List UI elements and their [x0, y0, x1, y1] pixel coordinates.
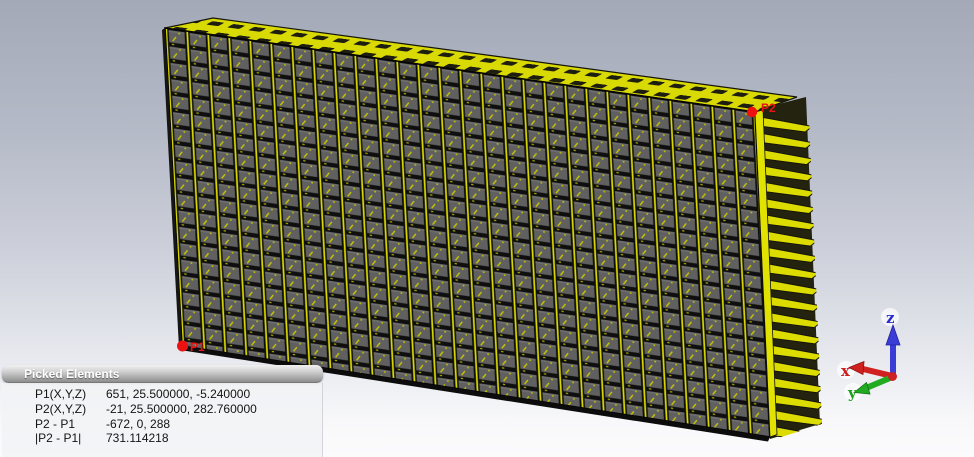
row-value: -21, 25.500000, 282.760000: [106, 402, 257, 416]
picked-row-delta: P2 - P1-672, 0, 288: [35, 417, 322, 432]
axes-triad[interactable]: z x y: [837, 308, 900, 402]
x-axis-label: x: [841, 362, 851, 380]
y-axis-label: y: [847, 384, 858, 402]
3d-viewport[interactable]: P1 P2: [0, 0, 974, 457]
row-value: 731.114218: [106, 431, 169, 445]
row-value: -672, 0, 288: [106, 417, 170, 431]
picked-elements-body: P1(X,Y,Z)651, 25.500000, -5.240000 P2(X,…: [2, 383, 323, 457]
picked-elements-panel: Picked Elements P1(X,Y,Z)651, 25.500000,…: [2, 365, 323, 457]
x-axis-arrow: [849, 362, 892, 377]
picked-elements-title: Picked Elements: [24, 367, 119, 381]
p1-dot[interactable]: [177, 341, 188, 352]
row-label: |P2 - P1|: [35, 431, 106, 446]
axes-origin: [888, 372, 897, 381]
p2-label: P2: [761, 101, 776, 115]
row-value: 651, 25.500000, -5.240000: [106, 387, 250, 401]
picked-row-p1: P1(X,Y,Z)651, 25.500000, -5.240000: [35, 387, 322, 402]
p2-dot[interactable]: [747, 107, 757, 117]
picked-point-p1[interactable]: P1: [177, 340, 205, 354]
p1-label: P1: [190, 340, 205, 354]
row-label: P2 - P1: [35, 417, 106, 432]
picked-row-p2: P2(X,Y,Z)-21, 25.500000, 282.760000: [35, 402, 322, 417]
z-axis-arrow: [886, 325, 900, 377]
row-label: P1(X,Y,Z): [35, 387, 106, 402]
z-axis-label: z: [886, 309, 895, 327]
picked-row-distance: |P2 - P1|731.114218: [35, 431, 322, 446]
row-label: P2(X,Y,Z): [35, 402, 106, 417]
picked-elements-header: Picked Elements: [2, 365, 323, 383]
